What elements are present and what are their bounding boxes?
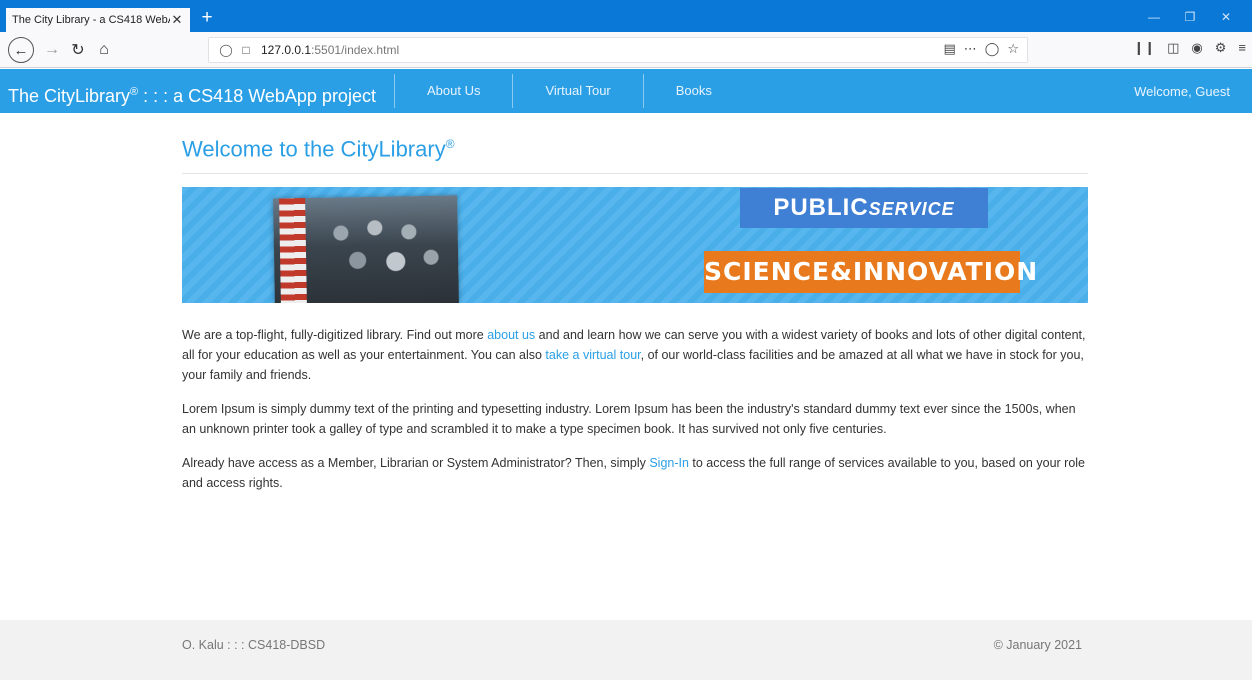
account-icon[interactable]: ◉ — [1191, 40, 1202, 56]
forward-icon[interactable]: → — [40, 38, 64, 62]
home-icon[interactable]: ⌂ — [92, 38, 116, 62]
url-bar[interactable]: ◯ □ 127.0.0.1:5501/index.html ▤ ⋯ ◯ ☆ — [208, 37, 1028, 63]
url-text[interactable]: 127.0.0.1:5501/index.html — [261, 43, 399, 57]
sign-in-link[interactable]: Sign-In — [649, 456, 689, 470]
library-icon[interactable]: ❙❙ — [1133, 40, 1155, 56]
signin-paragraph: Already have access as a Member, Librari… — [182, 456, 1085, 491]
restore-icon[interactable]: ❐ — [1172, 8, 1208, 26]
lorem-paragraph: Lorem Ipsum is simply dummy text of the … — [182, 402, 1076, 437]
browser-toolbar: ← → ↻ ⌂ ◯ □ 127.0.0.1:5501/index.html ▤ … — [0, 32, 1252, 68]
shield-icon[interactable]: ◯ — [217, 43, 235, 57]
pocket-icon[interactable]: ◯ — [985, 41, 1000, 57]
site-header: The CityLibrary® : : : a CS418 WebApp pr… — [0, 69, 1252, 113]
back-icon[interactable]: ← — [8, 37, 34, 63]
footer-copyright: © January 2021 — [993, 638, 1082, 652]
menu-icon[interactable]: ≡ — [1238, 40, 1246, 56]
main-menu: About Us Virtual Tour Books — [394, 74, 744, 108]
reader-icon[interactable]: ▤ — [943, 41, 955, 57]
virtual-tour-link[interactable]: take a virtual tour — [545, 348, 640, 362]
close-window-icon[interactable]: ✕ — [1208, 8, 1244, 26]
crowd-graphic — [313, 203, 451, 299]
menu-books[interactable]: Books — [642, 74, 744, 108]
minimize-icon[interactable]: — — [1136, 8, 1172, 26]
menu-about-us[interactable]: About Us — [394, 74, 512, 108]
browser-toolbar-right: ❙❙ ◫ ◉ ⚙ ≡ — [1133, 40, 1246, 56]
new-tab-button[interactable]: + — [196, 7, 218, 29]
page-title: Welcome to the CityLibrary® — [182, 136, 455, 162]
divider — [182, 173, 1088, 175]
welcome-user[interactable]: Welcome, Guest — [1134, 69, 1230, 113]
reload-icon[interactable]: ↻ — [66, 38, 90, 62]
public-service-badge: PUBLICSERVICE — [740, 188, 988, 229]
sidebar-icon[interactable]: ◫ — [1167, 40, 1179, 56]
window-controls: — ❐ ✕ — [1136, 8, 1244, 26]
page-icon: □ — [242, 43, 250, 57]
close-icon[interactable]: ✕ — [170, 12, 184, 28]
banner-image: PUBLICSERVICE SCIENCE&INNOVATION — [182, 187, 1088, 304]
footer: O. Kalu : : : CS418-DBSD © January 2021 — [0, 620, 1252, 680]
tab-title: The City Library - a CS418 WebApp — [12, 14, 170, 26]
brand[interactable]: The CityLibrary® : : : a CS418 WebApp pr… — [8, 69, 376, 113]
main-content: Welcome to the CityLibrary® PUBLICSERVIC… — [182, 113, 1088, 493]
extension-icon[interactable]: ⚙ — [1215, 40, 1227, 56]
footer-credit: O. Kalu : : : CS418-DBSD — [182, 638, 326, 652]
flag-graphic — [279, 198, 307, 304]
science-innovation-badge: SCIENCE&INNOVATION — [704, 251, 1037, 294]
intro-paragraph: We are a top-flight, fully-digitized lib… — [182, 328, 1086, 383]
menu-virtual-tour[interactable]: Virtual Tour — [512, 74, 642, 108]
star-icon[interactable]: ☆ — [1007, 41, 1019, 57]
browser-tab[interactable]: The City Library - a CS418 WebApp ✕ — [6, 8, 190, 32]
more-icon[interactable]: ⋯ — [964, 41, 977, 57]
about-us-link[interactable]: about us — [487, 328, 535, 342]
browser-tab-bar: The City Library - a CS418 WebApp ✕ + — … — [0, 0, 1252, 32]
banner-photo — [273, 195, 459, 304]
